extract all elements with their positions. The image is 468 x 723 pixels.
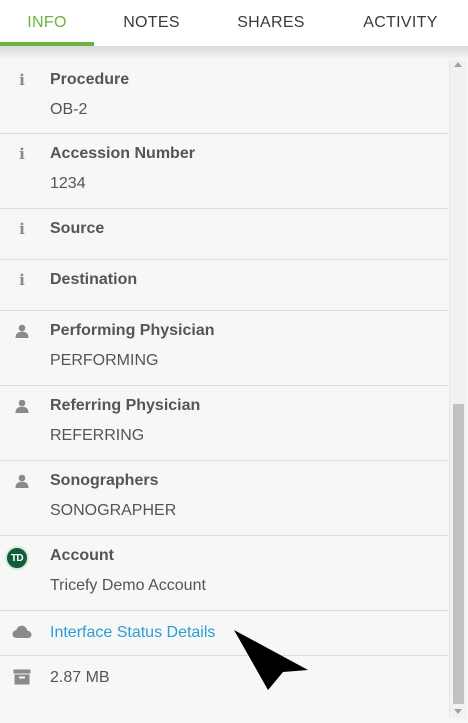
tab-bar-shadow <box>0 46 468 60</box>
info-icon: i <box>19 145 25 163</box>
tab-activity[interactable]: ACTIVITY <box>333 0 468 46</box>
sonographers-value: SONOGRAPHER <box>50 502 177 519</box>
procedure-value: OB-2 <box>50 101 88 118</box>
cloud-icon <box>12 622 32 642</box>
tab-shares[interactable]: SHARES <box>209 0 333 46</box>
destination-label: Destination <box>50 271 138 288</box>
procedure-label: Procedure <box>50 71 130 88</box>
procedure-row: i Procedure OB-2 <box>0 60 448 134</box>
performing-physician-row: Performing Physician PERFORMING <box>0 311 448 386</box>
interface-status-row: Interface Status Details <box>0 611 448 656</box>
accession-number-row: i Accession Number 1234 <box>0 134 448 209</box>
file-size-row: 2.87 MB <box>0 656 448 702</box>
source-row: i Source <box>0 209 448 260</box>
scroll-down-arrow[interactable] <box>454 709 462 714</box>
account-label: Account <box>50 547 114 564</box>
scroll-up-arrow[interactable] <box>454 62 462 67</box>
tab-bar: INFO NOTES SHARES ACTIVITY <box>0 0 468 46</box>
vertical-scrollbar[interactable] <box>449 60 466 718</box>
performing-physician-value: PERFORMING <box>50 352 159 369</box>
performing-physician-label: Performing Physician <box>50 322 215 339</box>
referring-physician-value: REFERRING <box>50 427 145 444</box>
destination-row: i Destination <box>0 260 448 311</box>
source-label: Source <box>50 220 105 237</box>
info-icon: i <box>19 71 25 89</box>
scroll-thumb[interactable] <box>453 404 464 704</box>
tab-notes[interactable]: NOTES <box>94 0 209 46</box>
archive-icon <box>12 667 32 687</box>
info-panel: INFO NOTES SHARES ACTIVITY i Procedure O… <box>0 0 468 723</box>
interface-status-details-link[interactable]: Interface Status Details <box>50 624 215 642</box>
account-avatar: TD <box>5 546 29 570</box>
info-icon: i <box>19 220 25 238</box>
tab-info[interactable]: INFO <box>0 0 94 46</box>
details-list: i Procedure OB-2 i Accession Number 1234… <box>0 60 448 702</box>
referring-physician-label: Referring Physician <box>50 397 201 414</box>
info-icon: i <box>19 271 25 289</box>
accession-number-value: 1234 <box>50 175 86 192</box>
person-icon <box>12 321 32 341</box>
sonographers-label: Sonographers <box>50 472 159 489</box>
mouse-cursor-icon <box>234 630 308 690</box>
file-size-value: 2.87 MB <box>50 669 110 686</box>
person-icon <box>12 396 32 416</box>
sonographers-row: Sonographers SONOGRAPHER <box>0 461 448 536</box>
person-icon <box>12 471 32 491</box>
referring-physician-row: Referring Physician REFERRING <box>0 386 448 461</box>
account-value: Tricefy Demo Account <box>50 577 206 594</box>
account-row: TD Account Tricefy Demo Account <box>0 536 448 611</box>
accession-number-label: Accession Number <box>50 145 195 162</box>
